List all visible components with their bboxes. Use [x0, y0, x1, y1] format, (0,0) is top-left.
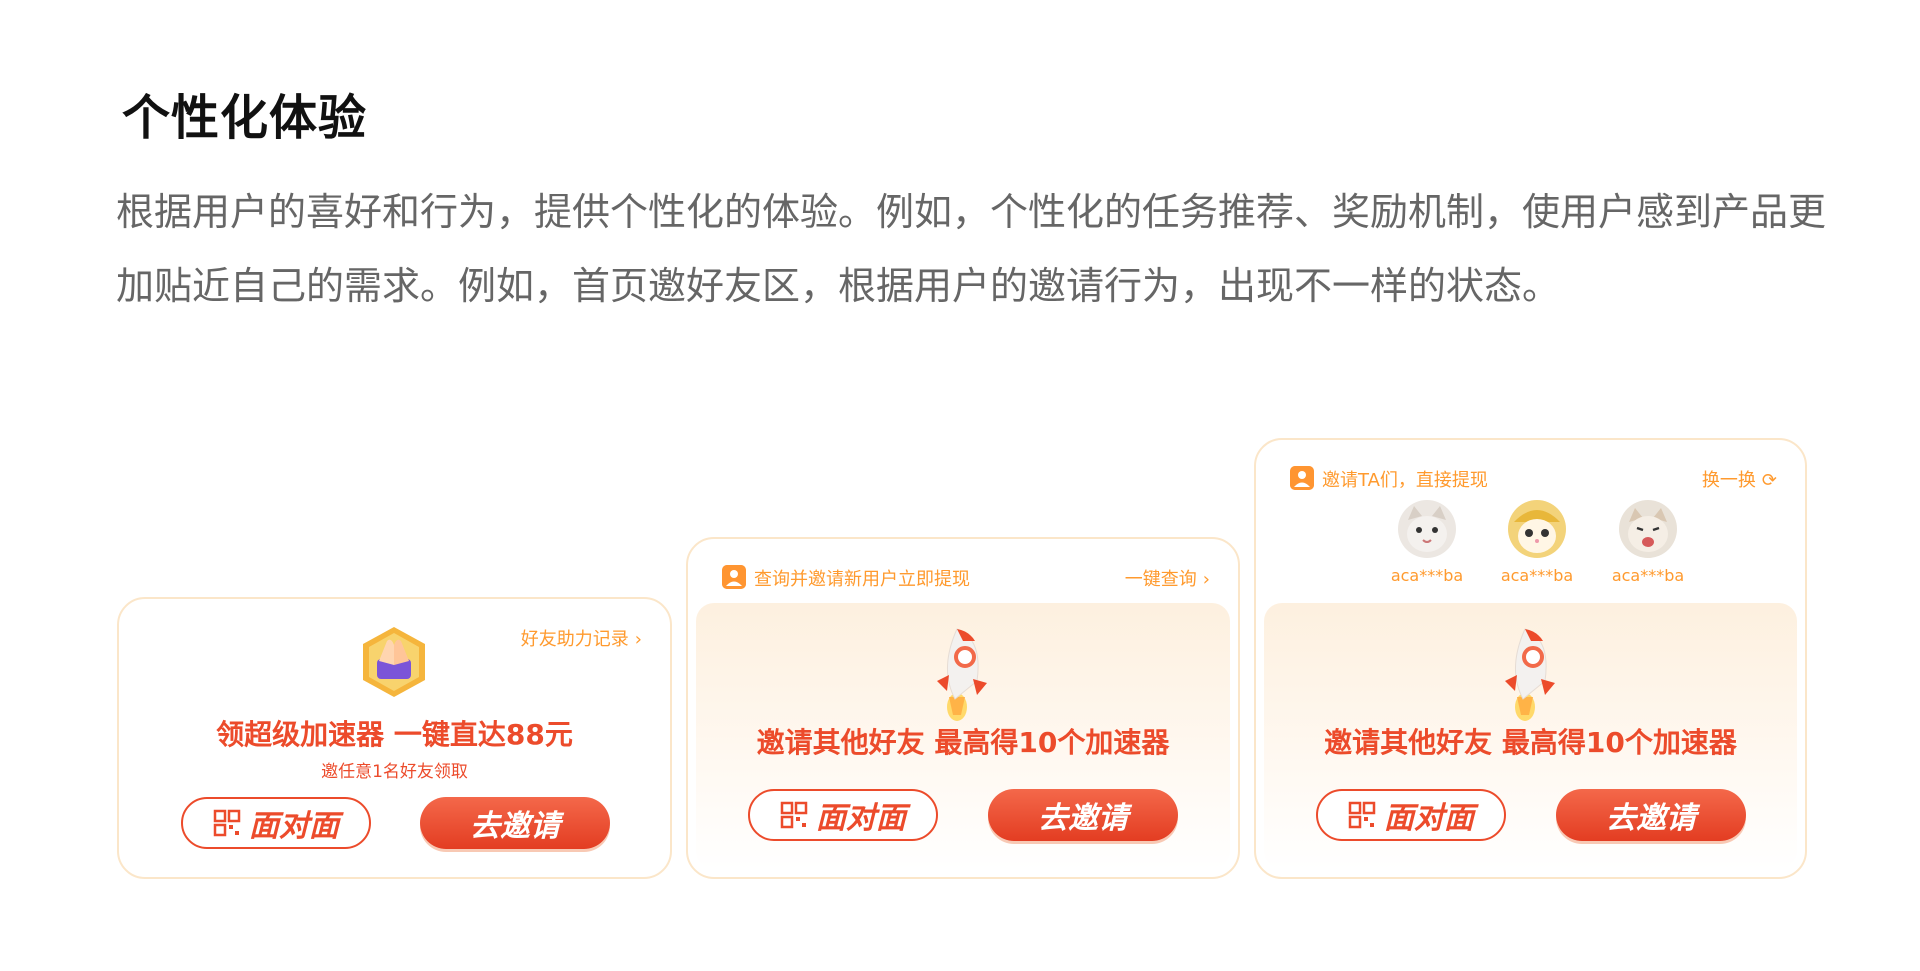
friend-item[interactable]: aca***ba: [1382, 500, 1472, 585]
card1-subline: 邀任意1名好友领取: [321, 762, 468, 782]
avatar: [1508, 500, 1566, 558]
card3-invite-panel: 邀请其他好友 最高得10个加速器 面对面 去邀请: [1264, 603, 1797, 869]
go-invite-button[interactable]: 去邀请: [988, 789, 1178, 841]
friend-name: aca***ba: [1390, 566, 1464, 585]
card3-header-text: 邀请TA们，直接提现: [1322, 470, 1488, 491]
card2-header: 查询并邀请新用户立即提现 一键查询 ›: [722, 563, 1210, 593]
invite-card-friends: 邀请TA们，直接提现 换一换 ⟳ aca***ba aca***ba aca**…: [1254, 438, 1807, 879]
refresh-icon: ⟳: [1761, 470, 1777, 491]
face-to-face-label: 面对面: [816, 801, 906, 836]
rocket-icon: [937, 628, 987, 721]
face-to-face-button[interactable]: 面对面: [1316, 789, 1506, 841]
friend-name: aca***ba: [1611, 566, 1685, 585]
qr-code-icon: [1348, 801, 1376, 829]
card2-headline: 邀请其他好友 最高得10个加速器: [756, 726, 1170, 759]
friend-item[interactable]: aca***ba: [1492, 500, 1582, 585]
go-invite-button[interactable]: 去邀请: [420, 797, 610, 849]
face-to-face-label: 面对面: [1384, 801, 1474, 836]
face-to-face-label: 面对面: [249, 809, 339, 844]
face-to-face-button[interactable]: 面对面: [181, 797, 371, 849]
qr-code-icon: [780, 801, 808, 829]
card2-header-text: 查询并邀请新用户立即提现: [754, 569, 970, 590]
friend-name: aca***ba: [1500, 566, 1574, 585]
avatar: [1619, 500, 1677, 558]
rocket-icon: [1504, 628, 1555, 721]
invite-card-basic: 好友助力记录 › 领超级加速器 一键直达88元 邀任意1名好友领取 面对面 去邀请: [117, 597, 672, 879]
handshake-badge-icon: [363, 627, 425, 697]
chevron-right-icon: ›: [634, 629, 642, 650]
card3-header: 邀请TA们，直接提现 换一换 ⟳: [1290, 464, 1777, 494]
qr-code-icon: [213, 809, 241, 837]
face-to-face-button[interactable]: 面对面: [748, 789, 938, 841]
shuffle-link[interactable]: 换一换 ⟳: [1702, 466, 1777, 492]
card1-headline: 领超级加速器 一键直达88元: [216, 718, 573, 751]
one-click-query-link[interactable]: 一键查询 ›: [1125, 565, 1210, 591]
friend-item[interactable]: aca***ba: [1603, 500, 1693, 585]
person-icon: [722, 565, 746, 589]
card2-invite-panel: 邀请其他好友 最高得10个加速器 面对面 去邀请: [696, 603, 1230, 869]
go-invite-button[interactable]: 去邀请: [1556, 789, 1746, 841]
shuffle-label: 换一换: [1701, 470, 1756, 491]
page-title: 个性化体验: [122, 90, 368, 146]
avatar: [1398, 500, 1456, 558]
one-click-query-label: 一键查询: [1124, 569, 1197, 590]
friend-help-record-label: 好友助力记录: [520, 629, 629, 650]
card3-headline: 邀请其他好友 最高得10个加速器: [1324, 726, 1737, 759]
chevron-right-icon: ›: [1202, 569, 1210, 590]
person-icon: [1290, 466, 1314, 490]
invite-card-query: 查询并邀请新用户立即提现 一键查询 › 邀请其他好友 最高得10个加速器 面对面 …: [686, 537, 1240, 879]
friend-help-record-link[interactable]: 好友助力记录 ›: [521, 625, 642, 651]
section-description: 根据用户的喜好和行为，提供个性化的体验。例如，个性化的任务推荐、奖励机制，使用户…: [116, 190, 1827, 308]
